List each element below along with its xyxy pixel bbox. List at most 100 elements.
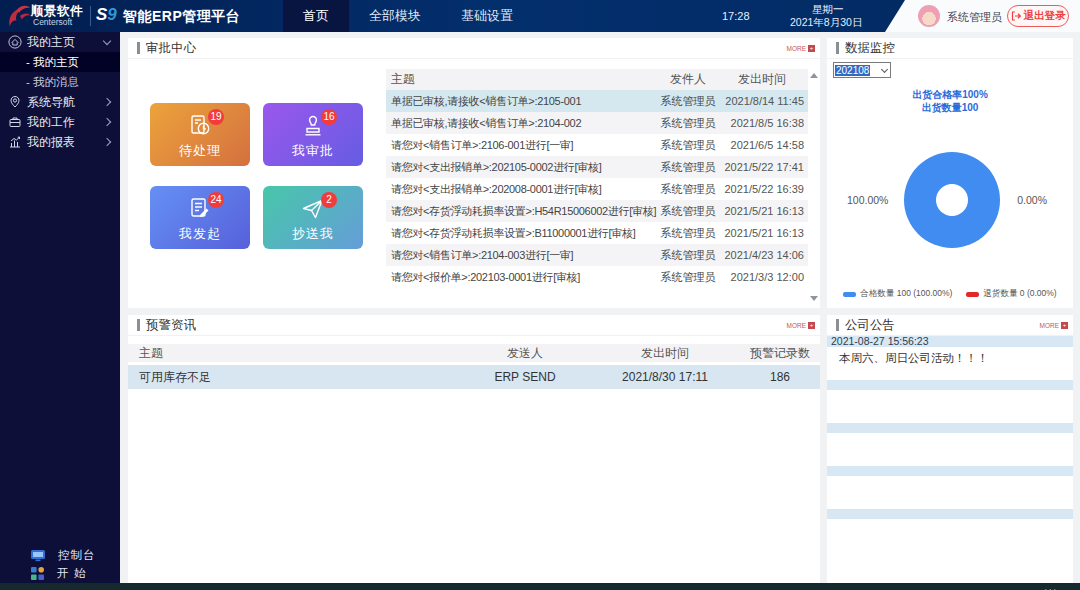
tile-initiated-by-me[interactable]: 24 我发起 — [150, 186, 250, 249]
my-approvals-count-badge: 16 — [321, 109, 337, 125]
announcement-item[interactable] — [827, 423, 1073, 466]
announcement-list: 2021-08-27 15:56:23 本周六、周日公司活动！！！ — [827, 336, 1073, 583]
legend-swatch-return — [966, 292, 979, 297]
pending-count-badge: 19 — [208, 109, 224, 125]
alerts-more-button[interactable]: MORE+ — [787, 322, 816, 329]
chart-legend: 合格数量 100 (100.00%) 退货数量 0 (0.00%) — [827, 288, 1073, 300]
announcements-more-button[interactable]: MORE+ — [1040, 322, 1069, 329]
tile-cc-to-me[interactable]: 2 抄送我 — [263, 186, 363, 249]
approval-center-panel: 审批中心 MORE+ 19 待处理 16 我审批 24 我发起 — [128, 38, 820, 308]
approval-table-header: 主题 发件人 发出时间 — [386, 69, 808, 90]
approval-panel-header: 审批中心 MORE+ — [128, 38, 820, 59]
sidebar-subitem-my-home[interactable]: - 我的主页 — [0, 52, 120, 72]
donut-left-label: 100.00% — [847, 194, 888, 206]
sidebar-subitem-my-messages[interactable]: - 我的消息 — [0, 72, 120, 92]
approval-panel-title: 审批中心 — [146, 40, 196, 57]
approval-table-row[interactable]: 单据已审核,请接收<销售订单>:2104-002 系统管理员 2021/8/5 … — [386, 112, 808, 134]
period-select[interactable]: 202108 — [833, 62, 891, 78]
announcements-panel: 公司公告 MORE+ 2021-08-27 15:56:23 本周六、周日公司活… — [827, 315, 1073, 583]
header-marker — [836, 42, 839, 54]
scroll-up-icon[interactable] — [810, 73, 818, 78]
announcements-panel-header: 公司公告 MORE+ — [827, 315, 1073, 336]
announcements-panel-title: 公司公告 — [845, 317, 895, 334]
tab-all-modules[interactable]: 全部模块 — [349, 0, 441, 32]
shipment-qty-text: 出货数量100 — [827, 101, 1073, 114]
approval-scrollbar[interactable] — [808, 71, 818, 303]
announcement-content — [827, 519, 1073, 552]
announcement-date — [827, 380, 1073, 390]
tile-my-approvals[interactable]: 16 我审批 — [263, 103, 363, 166]
approval-table-row[interactable]: 请您对<销售订单>:2104-003进行[一审] 系统管理员 2021/4/23… — [386, 244, 808, 266]
user-name: 系统管理员 — [947, 10, 1002, 25]
announcement-item[interactable] — [827, 509, 1073, 552]
chevron-down-icon — [103, 36, 111, 44]
announcement-content: 本周六、周日公司活动！！！ — [827, 347, 1073, 380]
scroll-down-icon[interactable] — [810, 296, 818, 301]
alerts-panel: 预警资讯 MORE+ 主题 发送人 发出时间 预警记录数 可用库存不足 ERP … — [128, 315, 820, 583]
approval-table-row[interactable]: 单据已审核,请接收<销售订单>:2105-001 系统管理员 2021/8/14… — [386, 90, 808, 112]
approval-table-row[interactable]: 请您对<存货浮动耗损率设置>:H54R15006002进行[审核] 系统管理员 … — [386, 200, 808, 222]
sidebar-footer: 控制台 开 始 — [0, 547, 120, 583]
pass-rate-text: 出货合格率100% — [827, 88, 1073, 101]
approval-table-row[interactable]: 请您对<存货浮动耗损率设置>:B11000001进行[审核] 系统管理员 202… — [386, 222, 808, 244]
approval-table-row[interactable]: 请您对<报价单>:202103-0001进行[审核] 系统管理员 2021/3/… — [386, 266, 808, 288]
announcement-date — [827, 423, 1073, 433]
page: 顺景软件 Centersoft S9 智能ERP管理平台 首页 全部模块 基础设… — [0, 0, 1080, 590]
header-marker — [836, 319, 839, 331]
approval-more-button[interactable]: MORE+ — [787, 45, 816, 52]
chevron-right-icon — [103, 98, 111, 106]
bar-chart-icon — [8, 135, 22, 149]
data-monitor-panel: 数据监控 202108 出货合格率100% 出货数量100 100.00% 0.… — [827, 38, 1073, 308]
tile-pending[interactable]: 19 待处理 — [150, 103, 250, 166]
footer-bar: ... — [0, 583, 1080, 590]
initiated-count-badge: 24 — [208, 192, 224, 208]
sidebar: 我的主页 - 我的主页 - 我的消息 系统导航 我的工作 我的报表 控制台 — [0, 32, 120, 590]
sidebar-item-system-nav[interactable]: 系统导航 — [0, 92, 120, 112]
start-grid-icon — [30, 566, 45, 581]
donut-chart — [904, 152, 1000, 248]
announcement-date: 2021-08-27 15:56:23 — [827, 336, 1073, 347]
product-logo: S9 — [96, 5, 117, 25]
announcement-content — [827, 476, 1073, 509]
tab-basic-settings[interactable]: 基础设置 — [441, 0, 533, 32]
monitor-stats: 出货合格率100% 出货数量100 — [827, 88, 1073, 114]
user-area: 系统管理员 退出登录 — [885, 0, 1080, 32]
alerts-rows: 可用库存不足 ERP SEND 2021/8/30 17:11 186 — [128, 365, 820, 389]
chevron-right-icon — [103, 138, 111, 146]
top-nav: 首页 全部模块 基础设置 — [283, 0, 533, 32]
main-content: 审批中心 MORE+ 19 待处理 16 我审批 24 我发起 — [120, 32, 1080, 590]
announcement-item[interactable] — [827, 380, 1073, 423]
weekday: 星期一 — [812, 3, 844, 17]
alerts-panel-title: 预警资讯 — [146, 317, 196, 334]
header-marker — [137, 319, 140, 331]
select-arrow-icon — [881, 65, 888, 72]
monitor-panel-header: 数据监控 — [827, 38, 1073, 59]
tab-home[interactable]: 首页 — [283, 0, 349, 32]
announcement-item[interactable] — [827, 466, 1073, 509]
chevron-right-icon — [103, 118, 111, 126]
console-button[interactable]: 控制台 — [0, 547, 120, 563]
home-icon — [8, 35, 22, 49]
avatar[interactable] — [918, 5, 940, 27]
announcement-item[interactable]: 2021-08-27 15:56:23 本周六、周日公司活动！！！ — [827, 336, 1073, 380]
approval-table-row[interactable]: 请您对<支出报销单>:202105-0002进行[审核] 系统管理员 2021/… — [386, 156, 808, 178]
alert-table-row[interactable]: 可用库存不足 ERP SEND 2021/8/30 17:11 186 — [128, 365, 820, 389]
console-icon — [30, 549, 46, 562]
logo-divider — [90, 6, 91, 26]
company-logo-icon — [6, 3, 31, 29]
sidebar-item-my-reports[interactable]: 我的报表 — [0, 132, 120, 152]
donut-hole — [936, 184, 968, 216]
approval-table-row[interactable]: 请您对<销售订单>:2106-001进行[一审] 系统管理员 2021/6/5 … — [386, 134, 808, 156]
start-button[interactable]: 开 始 — [0, 565, 120, 581]
announcement-content — [827, 390, 1073, 423]
clock-time: 17:28 — [722, 10, 750, 22]
logout-button[interactable]: 退出登录 — [1007, 5, 1069, 27]
company-name-en: Centersoft — [33, 17, 72, 27]
announcement-date — [827, 509, 1073, 519]
approval-table-row[interactable]: 请您对<支出报销单>:202008-0001进行[审核] 系统管理员 2021/… — [386, 178, 808, 200]
briefcase-icon — [8, 115, 22, 129]
announcement-content — [827, 433, 1073, 466]
sidebar-item-my-work[interactable]: 我的工作 — [0, 112, 120, 132]
sidebar-item-my-home[interactable]: 我的主页 — [0, 32, 120, 52]
approval-rows: 单据已审核,请接收<销售订单>:2105-001 系统管理员 2021/8/14… — [386, 90, 808, 288]
